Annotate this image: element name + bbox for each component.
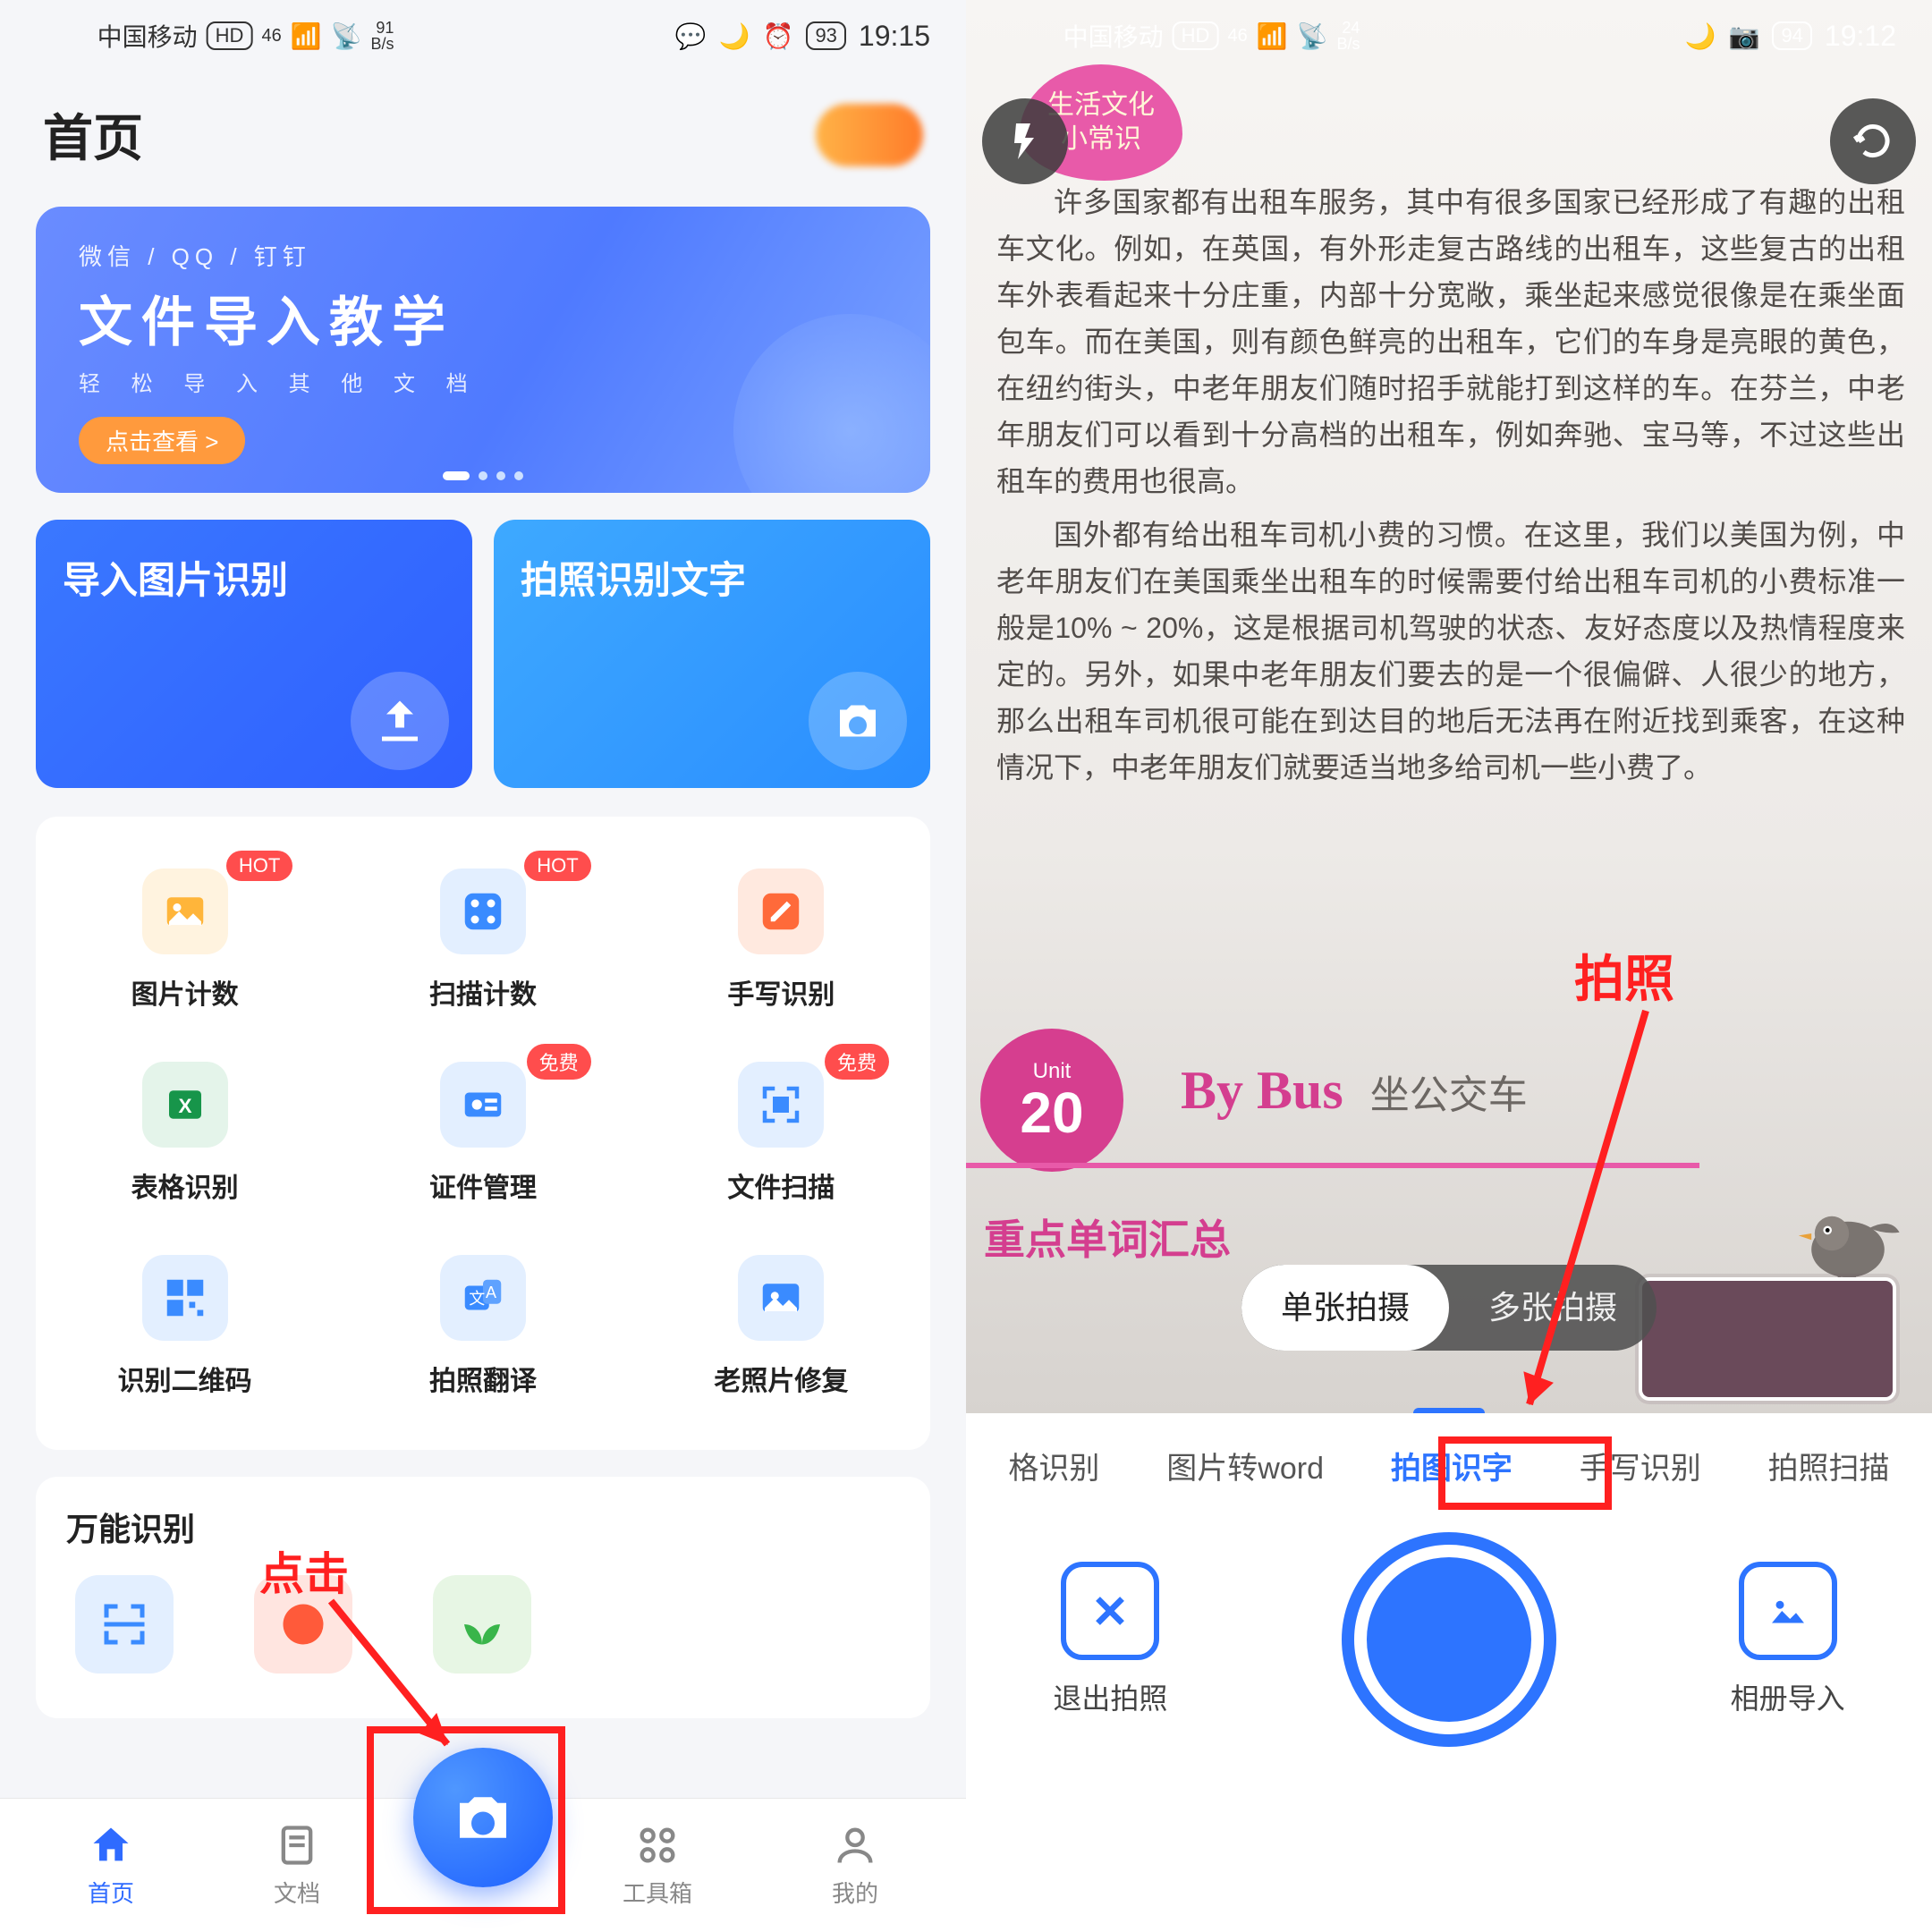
moon-icon: 🌙 xyxy=(1685,21,1716,51)
close-icon xyxy=(1061,1562,1159,1660)
annotation-arrow xyxy=(313,1592,474,1771)
annotation-highlight-mode xyxy=(1438,1436,1612,1510)
feature-old-photo[interactable]: 老照片修复 xyxy=(632,1230,930,1423)
image-icon xyxy=(1739,1562,1837,1660)
flash-button[interactable] xyxy=(982,98,1068,184)
status-bar: 中国移动 HD 46 📶 📡 24 B/s 🌙 📷 94 19:12 xyxy=(966,0,1932,72)
moon-icon: 🌙 xyxy=(719,21,750,51)
feature-image-count[interactable]: HOT 图片计数 xyxy=(36,843,334,1037)
svg-text:X: X xyxy=(178,1095,191,1117)
section-title: 万能识别 xyxy=(66,1504,900,1550)
import-image-icon xyxy=(351,672,449,770)
capture-screen: 中国移动 HD 46 📶 📡 24 B/s 🌙 📷 94 19:12 生活文化 … xyxy=(966,0,1932,1932)
exit-capture[interactable]: 退出拍照 xyxy=(1053,1562,1167,1717)
svg-text:文: 文 xyxy=(469,1290,485,1308)
bird-illustration xyxy=(1794,1190,1902,1288)
photo-ocr-card[interactable]: 拍照识别文字 xyxy=(494,520,930,788)
page-title: 首页 xyxy=(43,98,143,171)
capture-controls: 退出拍照 相册导入 xyxy=(966,1532,1932,1747)
unit-badge: Unit 20 xyxy=(980,1029,1123,1172)
battery-badge: 93 xyxy=(806,21,845,50)
vocab-heading: 重点单词汇总 xyxy=(984,1208,1231,1267)
free-badge: 免费 xyxy=(527,1044,591,1080)
netspeed: 91 B/s xyxy=(370,20,394,52)
feature-handwriting[interactable]: 手写识别 xyxy=(632,843,930,1037)
camera-viewfinder: 中国移动 HD 46 📶 📡 24 B/s 🌙 📷 94 19:12 生活文化 … xyxy=(966,0,1932,1413)
mode-single[interactable]: 单张拍摄 xyxy=(1241,1265,1449,1351)
banner-cta[interactable]: 点击查看 > xyxy=(79,417,245,464)
wifi-icon: 📡 xyxy=(331,21,362,51)
wifi-icon: 📡 xyxy=(1297,21,1328,51)
feature-id-manage[interactable]: 免费 证件管理 xyxy=(334,1037,631,1230)
vip-button[interactable] xyxy=(816,104,923,166)
mode-indicator xyxy=(1413,1408,1485,1413)
status-bar: 中国移动 HD 46 📶 📡 91 B/s 💬 🌙 ⏰ 93 19:15 xyxy=(0,0,966,72)
banner-line1: 微信 / QQ / 钉钉 xyxy=(79,239,887,272)
mode-table[interactable]: 格识别 xyxy=(1008,1444,1099,1487)
home-screen: 中国移动 HD 46 📶 📡 91 B/s 💬 🌙 ⏰ 93 19:15 首页 … xyxy=(0,0,966,1932)
camera-status-icon: 📷 xyxy=(1729,21,1760,51)
feature-photo-translate[interactable]: 文A 拍照翻译 xyxy=(334,1230,631,1423)
universal-section: 万能识别 xyxy=(36,1477,930,1718)
hot-badge: HOT xyxy=(524,851,590,881)
carrier-label: 中国移动 xyxy=(97,18,198,54)
hot-badge: HOT xyxy=(226,851,292,881)
feature-scan-count[interactable]: HOT 扫描计数 xyxy=(334,843,631,1037)
net-type: 46 xyxy=(261,26,281,47)
annotation-arrow xyxy=(1503,1002,1735,1431)
tab-doc[interactable]: 文档 xyxy=(274,1822,320,1909)
feature-grid: HOT 图片计数 HOT 扫描计数 手写识别 X 表格识别 免费 证件管理 免费… xyxy=(36,817,930,1450)
time-label: 19:15 xyxy=(859,20,930,53)
lesson-title: By Bus 坐公交车 xyxy=(1181,1060,1528,1122)
tab-tools[interactable]: 工具箱 xyxy=(623,1822,692,1909)
alarm-icon: ⏰ xyxy=(763,21,794,51)
annotation-shoot: 拍照 xyxy=(1574,939,1674,1012)
tutorial-banner[interactable]: 微信 / QQ / 钉钉 文件导入教学 轻 松 导 入 其 他 文 档 点击查看… xyxy=(36,207,930,493)
universal-scan-icon[interactable] xyxy=(75,1575,174,1674)
shutter-button[interactable] xyxy=(1342,1532,1556,1747)
mode-to-word[interactable]: 图片转word xyxy=(1166,1444,1324,1487)
banner-subtitle: 轻 松 导 入 其 他 文 档 xyxy=(79,366,887,397)
import-image-card[interactable]: 导入图片识别 xyxy=(36,520,472,788)
signal-icon: 📶 xyxy=(291,21,322,51)
refresh-button[interactable] xyxy=(1830,98,1916,184)
camera-text-icon xyxy=(809,672,907,770)
free-badge: 免费 xyxy=(825,1044,889,1080)
import-from-album[interactable]: 相册导入 xyxy=(1731,1562,1845,1717)
page-header: 首页 xyxy=(0,72,966,207)
hd-badge: HD xyxy=(207,21,253,50)
banner-dots xyxy=(443,471,523,480)
wechat-icon: 💬 xyxy=(675,21,707,51)
feature-qrcode[interactable]: 识别二维码 xyxy=(36,1230,334,1423)
banner-title: 文件导入教学 xyxy=(79,279,887,357)
signal-icon: 📶 xyxy=(1257,21,1288,51)
feature-file-scan[interactable]: 免费 文件扫描 xyxy=(632,1037,930,1230)
tab-home[interactable]: 首页 xyxy=(88,1822,134,1909)
tab-me[interactable]: 我的 xyxy=(832,1822,878,1909)
mode-photo-scan[interactable]: 拍照扫描 xyxy=(1768,1444,1890,1487)
svg-text:A: A xyxy=(486,1284,496,1301)
book-body: 许多国家都有出租车服务，其中有很多国家已经形成了有趣的出租车文化。例如，在英国，… xyxy=(996,179,1905,798)
feature-table[interactable]: X 表格识别 xyxy=(36,1037,334,1230)
